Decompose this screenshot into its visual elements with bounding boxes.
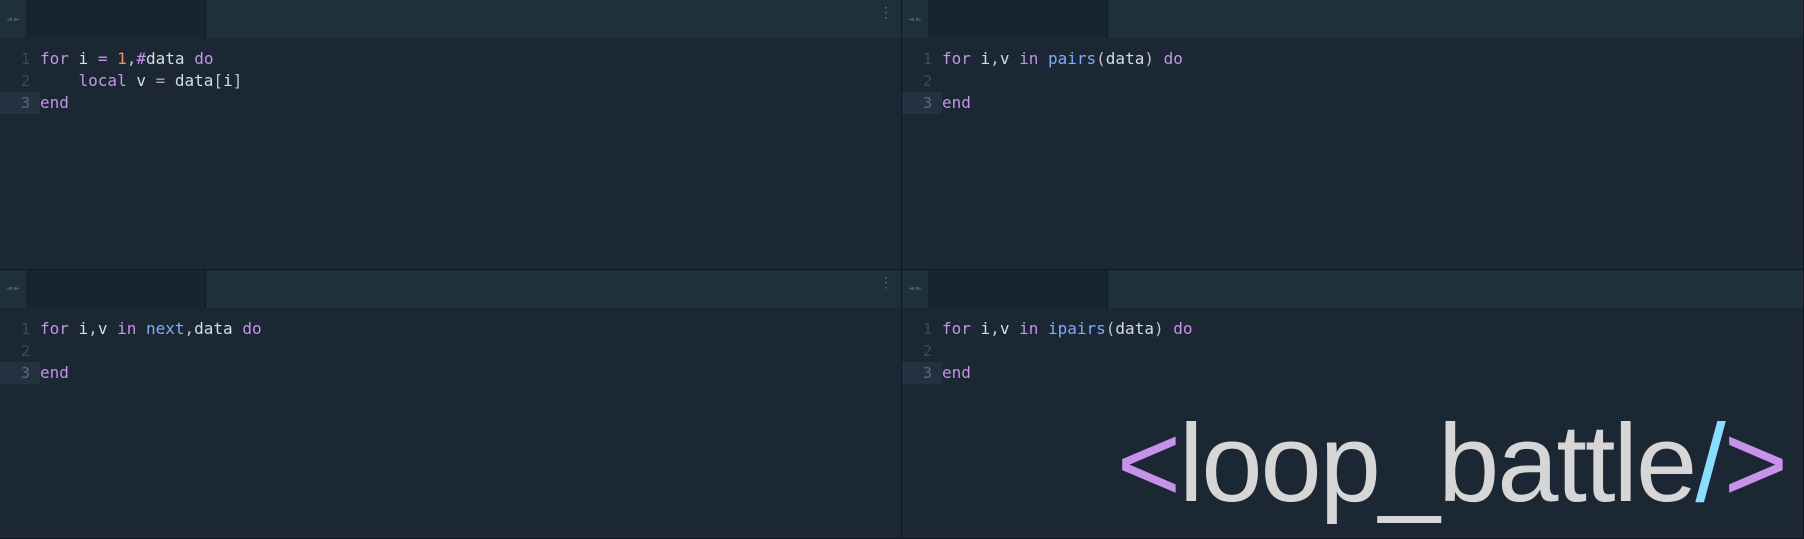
line-number: 2 <box>0 70 40 92</box>
tab-nav-right-icon[interactable]: ► <box>916 14 922 25</box>
code-line <box>942 70 1803 92</box>
line-number: 2 <box>902 70 942 92</box>
line-number: 1 <box>902 318 942 340</box>
editor-tab[interactable] <box>26 0 206 38</box>
tab-nav-left-icon[interactable]: ◄ <box>908 283 914 294</box>
code-line: end <box>40 362 901 384</box>
code-editor[interactable]: 123for i = 1,#data do local v = data[i]e… <box>0 38 901 269</box>
code-line <box>40 340 901 362</box>
line-number: 1 <box>902 48 942 70</box>
code-line: end <box>40 92 901 114</box>
tab-bar: ◄► ⋮ <box>0 0 901 38</box>
line-number-gutter: 123 <box>902 38 942 269</box>
tab-bar: ◄► <box>902 270 1803 308</box>
line-number: 1 <box>0 318 40 340</box>
code-editor[interactable]: 123for i,v in pairs(data) do end <box>902 38 1803 269</box>
editor-tab[interactable] <box>928 270 1108 308</box>
code-area[interactable]: for i,v in next,data do end <box>40 308 901 539</box>
tab-nav-left-icon[interactable]: ◄ <box>6 283 12 294</box>
tab-bar: ◄► ⋮ <box>0 270 901 308</box>
code-editor[interactable]: 123for i,v in next,data do end <box>0 308 901 539</box>
code-line: for i,v in ipairs(data) do <box>942 318 1803 340</box>
tab-nav-left-icon[interactable]: ◄ <box>6 14 12 25</box>
code-line: for i = 1,#data do <box>40 48 901 70</box>
code-line: local v = data[i] <box>40 70 901 92</box>
tab-nav-right-icon[interactable]: ► <box>916 283 922 294</box>
line-number: 3 <box>0 362 40 384</box>
code-area[interactable]: for i,v in ipairs(data) do end <box>942 308 1803 539</box>
line-number: 1 <box>0 48 40 70</box>
editor-pane: ◄► ⋮ 123for i,v in next,data do end <box>0 270 902 539</box>
tab-nav-arrows: ◄► <box>902 14 928 25</box>
line-number: 3 <box>0 92 40 114</box>
line-number-gutter: 123 <box>0 38 40 269</box>
tab-nav-right-icon[interactable]: ► <box>14 283 20 294</box>
code-editor[interactable]: 123for i,v in ipairs(data) do end <box>902 308 1803 539</box>
code-area[interactable]: for i = 1,#data do local v = data[i]end <box>40 38 901 269</box>
code-line: end <box>942 92 1803 114</box>
editor-pane: ◄► ⋮ 123for i = 1,#data do local v = data[… <box>0 0 902 270</box>
line-number: 2 <box>902 340 942 362</box>
tab-nav-left-icon[interactable]: ◄ <box>908 14 914 25</box>
code-area[interactable]: for i,v in pairs(data) do end <box>942 38 1803 269</box>
more-menu-icon[interactable]: ⋮ <box>879 10 893 16</box>
code-line: for i,v in pairs(data) do <box>942 48 1803 70</box>
tab-nav-arrows: ◄► <box>0 14 26 25</box>
editor-tab[interactable] <box>26 270 206 308</box>
tab-nav-right-icon[interactable]: ► <box>14 14 20 25</box>
code-line: end <box>942 362 1803 384</box>
tab-bar: ◄► <box>902 0 1803 38</box>
more-menu-icon[interactable]: ⋮ <box>879 280 893 286</box>
code-line: for i,v in next,data do <box>40 318 901 340</box>
tab-nav-arrows: ◄► <box>902 283 928 294</box>
editor-pane: ◄► 123for i,v in ipairs(data) do end <box>902 270 1804 539</box>
code-line <box>942 340 1803 362</box>
line-number-gutter: 123 <box>902 308 942 539</box>
line-number: 2 <box>0 340 40 362</box>
line-number: 3 <box>902 362 942 384</box>
line-number-gutter: 123 <box>0 308 40 539</box>
line-number: 3 <box>902 92 942 114</box>
editor-pane: ◄► 123for i,v in pairs(data) do end <box>902 0 1804 270</box>
tab-nav-arrows: ◄► <box>0 283 26 294</box>
editor-tab[interactable] <box>928 0 1108 38</box>
